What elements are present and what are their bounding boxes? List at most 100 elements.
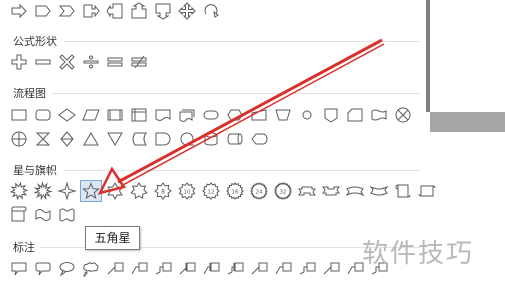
vertical-scroll-shape-button[interactable] bbox=[393, 181, 413, 201]
manual-input-icon bbox=[251, 109, 267, 121]
explosion-2-shape-button[interactable] bbox=[33, 181, 53, 201]
predefined-process-shape-button[interactable] bbox=[105, 105, 125, 125]
equal-shape-shape-button[interactable] bbox=[105, 52, 125, 72]
horizontal-scroll-2-shape-button[interactable] bbox=[9, 205, 29, 225]
direct-access-shape-button[interactable] bbox=[225, 129, 245, 149]
up-right-arrow-shape-button[interactable] bbox=[81, 1, 101, 21]
curved-down-ribbon-shape-button[interactable] bbox=[369, 181, 389, 201]
delay-shape-button[interactable] bbox=[153, 129, 173, 149]
summing-junction-icon bbox=[395, 107, 411, 123]
horizontal-scroll-shape-button[interactable] bbox=[417, 181, 437, 201]
rectangular-callout-shape-button[interactable] bbox=[9, 259, 29, 279]
merge-shape-button[interactable] bbox=[105, 129, 125, 149]
double-wave-shape-button[interactable] bbox=[57, 205, 77, 225]
document-shape-button[interactable] bbox=[153, 105, 173, 125]
eight-point-star-shape-button[interactable]: 8 bbox=[153, 181, 173, 201]
line-callout-2-border-shape-button[interactable] bbox=[273, 259, 293, 279]
sixteen-point-star-shape-button[interactable]: 16 bbox=[225, 181, 245, 201]
line-callout-3-accent-icon bbox=[227, 262, 244, 275]
circular-arrow-shape-button[interactable] bbox=[201, 1, 221, 21]
quad-arrow-callout-shape-button[interactable] bbox=[177, 1, 197, 21]
rounded-callout-shape-button[interactable] bbox=[33, 259, 53, 279]
up-arrow-callout-shape-button[interactable] bbox=[129, 1, 149, 21]
four-point-star-shape-button[interactable] bbox=[57, 181, 77, 201]
display-icon bbox=[251, 133, 268, 145]
line-callout-1-accent-icon bbox=[179, 262, 196, 275]
line-callout-1-shape-button[interactable] bbox=[105, 259, 125, 279]
line-callout-2-accent-shape-button[interactable] bbox=[201, 259, 221, 279]
eight-point-star-icon: 8 bbox=[154, 182, 172, 200]
wave-icon bbox=[35, 209, 51, 221]
shape-tooltip: 五角星 bbox=[85, 226, 140, 250]
not-equal-shape-shape-button[interactable] bbox=[129, 52, 149, 72]
data-shape-button[interactable] bbox=[81, 105, 101, 125]
sort-shape-button[interactable] bbox=[57, 129, 77, 149]
explosion-1-shape-button[interactable] bbox=[9, 181, 29, 201]
circular-arrow-icon bbox=[204, 4, 219, 18]
minus-shape-shape-button[interactable] bbox=[33, 52, 53, 72]
offpage-connector-shape-button[interactable] bbox=[321, 105, 341, 125]
wave-shape-button[interactable] bbox=[33, 205, 53, 225]
line-callout-3-border-shape-button[interactable] bbox=[297, 259, 317, 279]
thirty-two-point-star-shape-button[interactable]: 32 bbox=[273, 181, 293, 201]
svg-text:16: 16 bbox=[232, 190, 239, 196]
arrow-right-outline-shape-button[interactable] bbox=[9, 1, 29, 21]
sequential-access-icon bbox=[180, 132, 194, 146]
decision-shape-button[interactable] bbox=[57, 105, 77, 125]
punched-tape-shape-button[interactable] bbox=[369, 105, 389, 125]
preparation-icon bbox=[227, 109, 243, 121]
line-callout-2-shape-button[interactable] bbox=[129, 259, 149, 279]
cloud-callout-shape-button[interactable] bbox=[81, 259, 101, 279]
sequential-access-shape-button[interactable] bbox=[177, 129, 197, 149]
extract-shape-button[interactable] bbox=[81, 129, 101, 149]
predefined-process-icon bbox=[107, 109, 123, 121]
five-point-star-shape-button[interactable] bbox=[80, 180, 102, 202]
collate-shape-button[interactable] bbox=[33, 129, 53, 149]
manual-operation-shape-button[interactable] bbox=[273, 105, 293, 125]
divide-shape-shape-button[interactable] bbox=[81, 52, 101, 72]
ten-point-star-shape-button[interactable]: 10 bbox=[177, 181, 197, 201]
process-shape-button[interactable] bbox=[9, 105, 29, 125]
terminator-shape-button[interactable] bbox=[201, 105, 221, 125]
line-callout-3-accent-shape-button[interactable] bbox=[225, 259, 245, 279]
oval-callout-shape-button[interactable] bbox=[57, 259, 77, 279]
punched-card-icon bbox=[347, 108, 363, 122]
six-point-star-shape-button[interactable] bbox=[105, 181, 125, 201]
down-ribbon-shape-button[interactable] bbox=[321, 181, 341, 201]
up-ribbon-shape-button[interactable] bbox=[297, 181, 317, 201]
direct-access-icon bbox=[227, 133, 243, 145]
left-arrow-callout-shape-button[interactable] bbox=[105, 1, 125, 21]
line-callout-1-no-border-shape-button[interactable] bbox=[321, 259, 341, 279]
svg-text:24: 24 bbox=[256, 190, 263, 196]
stored-data-shape-button[interactable] bbox=[129, 129, 149, 149]
or-icon bbox=[11, 131, 27, 147]
internal-storage-shape-button[interactable] bbox=[129, 105, 149, 125]
preparation-shape-button[interactable] bbox=[225, 105, 245, 125]
or-shape-button[interactable] bbox=[9, 129, 29, 149]
alternate-process-shape-button[interactable] bbox=[33, 105, 53, 125]
twelve-point-star-shape-button[interactable]: 12 bbox=[201, 181, 221, 201]
line-callout-1-accent-shape-button[interactable] bbox=[177, 259, 197, 279]
twenty-four-point-star-shape-button[interactable]: 24 bbox=[249, 181, 269, 201]
line-callout-1-border-icon bbox=[251, 262, 268, 275]
magnetic-disk-shape-button[interactable] bbox=[201, 129, 221, 149]
section-title-formula: 公式形状 bbox=[13, 35, 57, 48]
explosion-2-icon bbox=[33, 181, 53, 201]
line-callout-3-shape-button[interactable] bbox=[153, 259, 173, 279]
line-callout-1-no-border-icon bbox=[323, 262, 340, 275]
multidocument-shape-button[interactable] bbox=[177, 105, 197, 125]
display-shape-button[interactable] bbox=[249, 129, 269, 149]
pentagon-arrow-shape-button[interactable] bbox=[33, 1, 53, 21]
horizontal-scroll-2-icon bbox=[11, 206, 27, 222]
connector-shape-button[interactable] bbox=[297, 105, 317, 125]
down-arrow-callout-shape-button[interactable] bbox=[153, 1, 173, 21]
plus-shape-shape-button[interactable] bbox=[9, 52, 29, 72]
seven-point-star-shape-button[interactable] bbox=[129, 181, 149, 201]
chevron-arrow-shape-button[interactable] bbox=[57, 1, 77, 21]
multiply-shape-shape-button[interactable] bbox=[57, 52, 77, 72]
summing-junction-shape-button[interactable] bbox=[393, 105, 413, 125]
punched-card-shape-button[interactable] bbox=[345, 105, 365, 125]
curved-up-ribbon-shape-button[interactable] bbox=[345, 181, 365, 201]
line-callout-1-border-shape-button[interactable] bbox=[249, 259, 269, 279]
manual-input-shape-button[interactable] bbox=[249, 105, 269, 125]
